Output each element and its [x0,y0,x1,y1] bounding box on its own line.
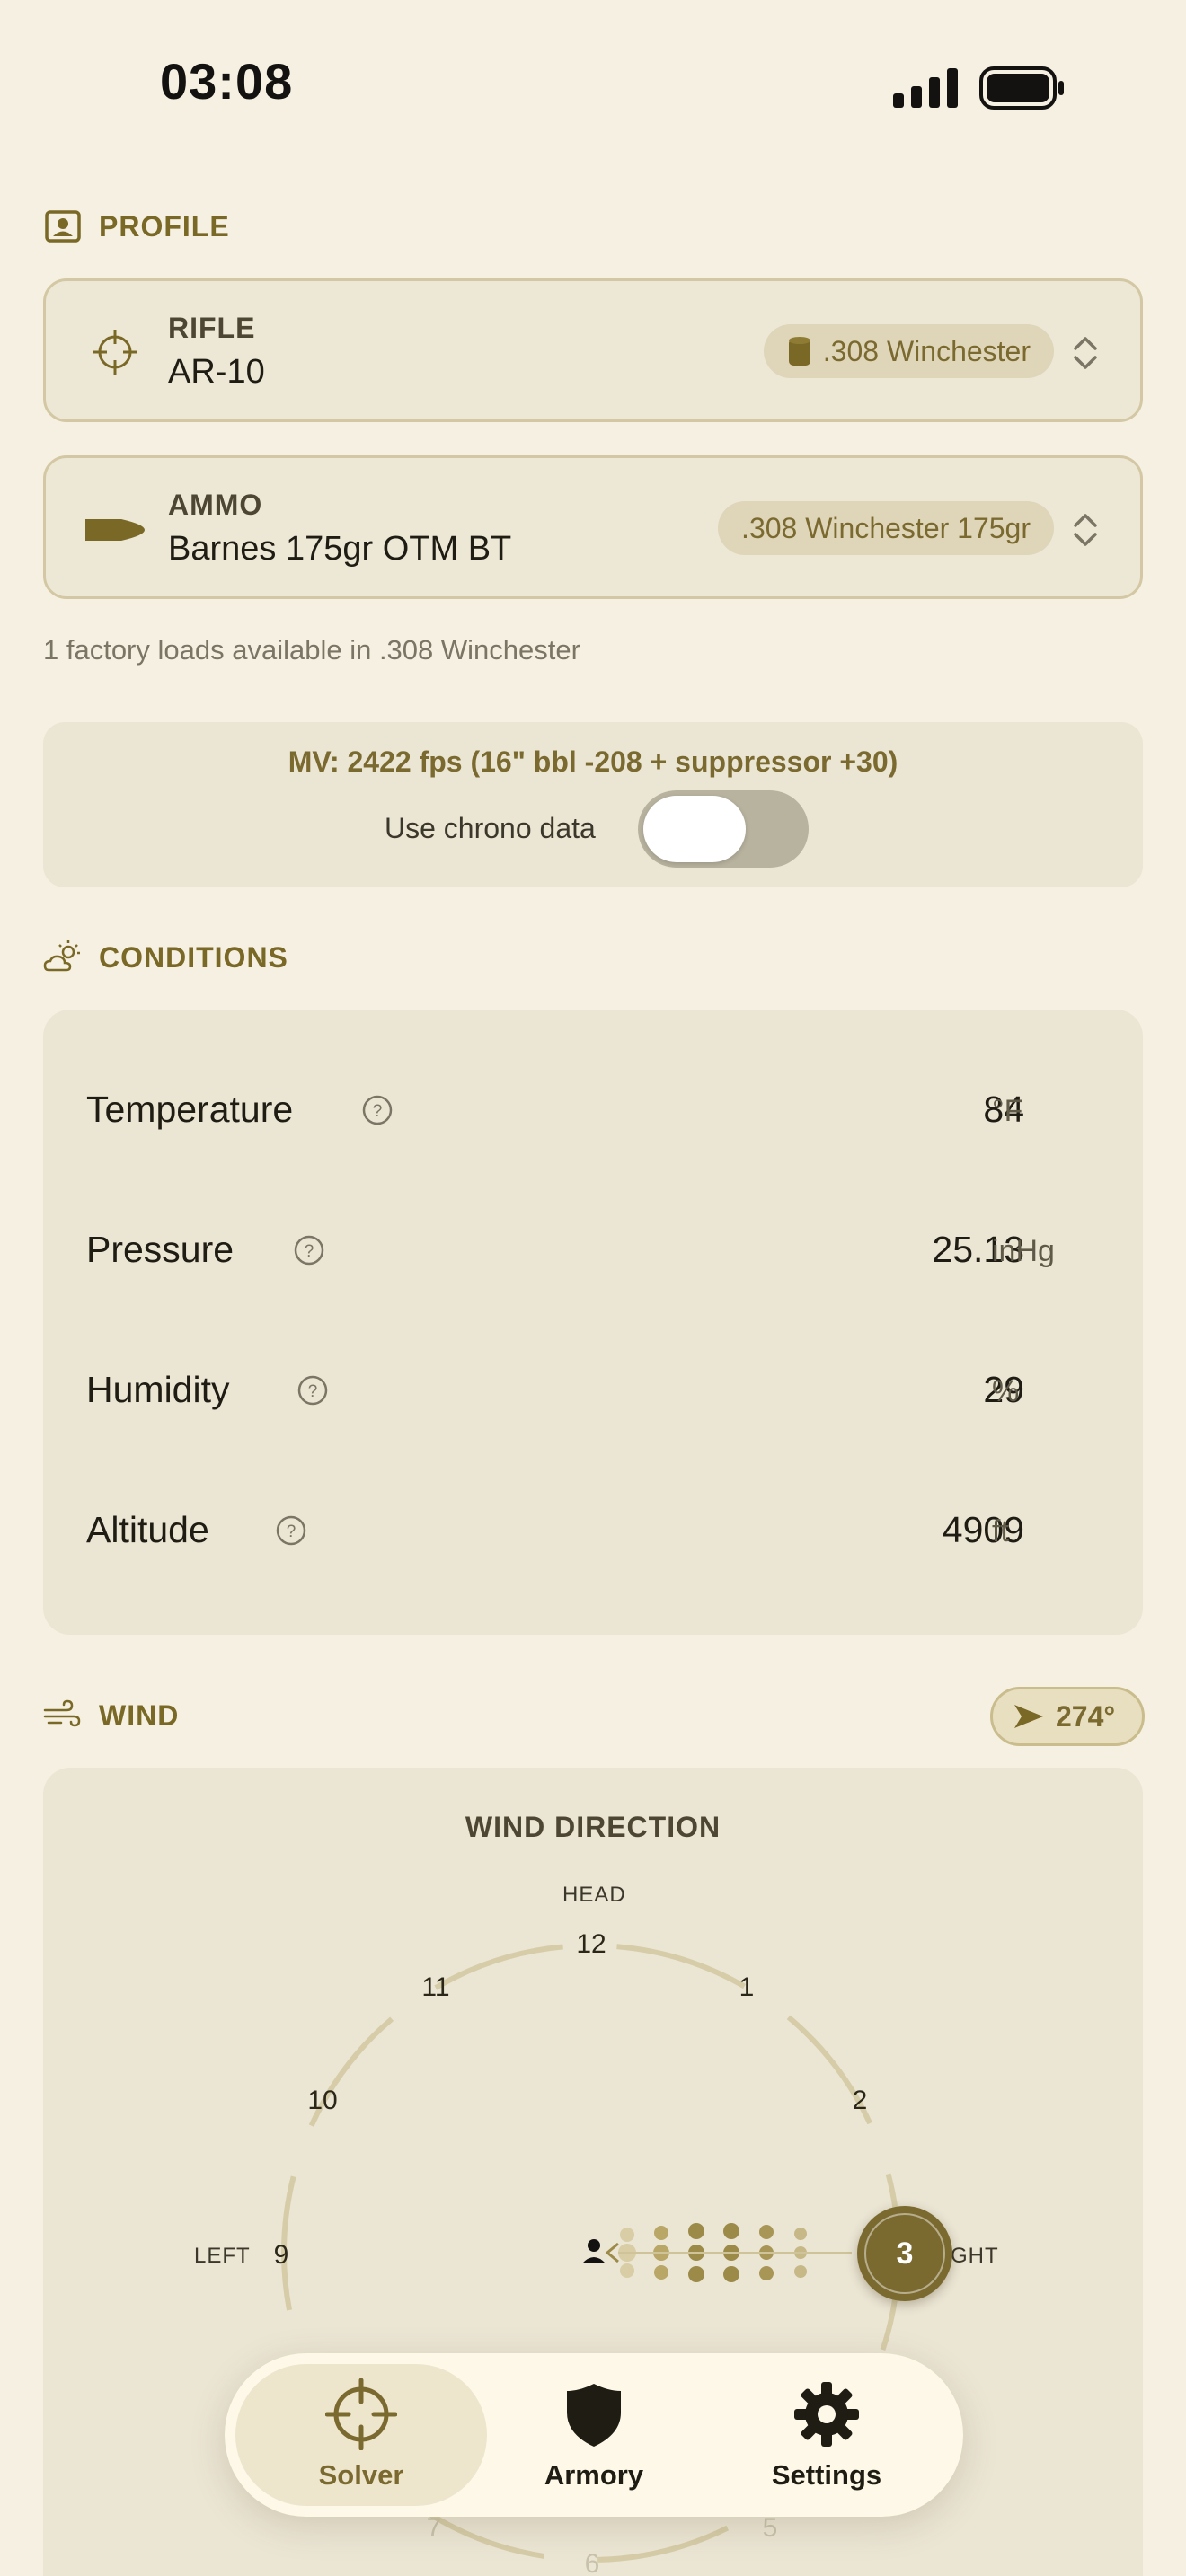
ammo-label: AMMO [168,489,263,521]
wind-section-header: WIND [43,1696,179,1735]
help-icon[interactable]: ? [275,1514,307,1547]
bullet-icon [85,519,145,541]
condition-value[interactable]: 4909 [943,1509,1024,1551]
rifle-label: RIFLE [168,312,256,344]
condition-row-pressure[interactable]: Pressure ? 25.13 inHg [43,1207,1143,1297]
chrono-label: Use chrono data [385,812,596,844]
profile-icon [45,210,81,243]
partly-cloudy-icon [43,940,80,972]
condition-unit: inHg [992,1234,1055,1268]
tab-bar: Solver Armory Settings [225,2353,963,2517]
status-time: 03:08 [160,53,294,110]
shooter-icon [582,2239,619,2263]
rifle-value: AR-10 [168,353,265,391]
muzzle-velocity-text: MV: 2422 fps (16" bbl -208 + suppressor … [288,745,898,778]
cartridge-icon [788,337,810,366]
condition-label: Temperature [86,1089,294,1130]
condition-label: Pressure [86,1229,235,1270]
svg-text:?: ? [373,1102,383,1121]
tab-label: Settings [771,2459,882,2491]
tab-solver[interactable]: Solver [235,2364,487,2506]
clock-9[interactable]: 9 [259,2240,304,2271]
svg-text:?: ? [287,1522,296,1541]
clock-5[interactable]: 5 [748,2513,792,2544]
toggle-knob [643,796,746,862]
arrow-right-icon [1014,1705,1043,1728]
battery-icon [979,66,1064,110]
handle-ring [864,2213,945,2294]
rifle-selector[interactable]: RIFLE AR-10 .308 Winchester [43,278,1143,422]
caliber-pill: .308 Winchester [763,324,1054,378]
condition-row-altitude[interactable]: Altitude ? 4909 ft [43,1487,1143,1577]
profile-section-title: PROFILE [99,209,230,243]
condition-unit: ft [992,1514,1009,1548]
right-label: GHT [951,2244,999,2268]
conditions-section-header: CONDITIONS [43,938,288,977]
condition-row-humidity[interactable]: Humidity ? 29 % [43,1347,1143,1437]
svg-text:?: ? [308,1382,318,1401]
condition-unit: °F [992,1094,1023,1128]
profile-section-header: PROFILE [43,207,230,246]
svg-text:?: ? [305,1242,314,1261]
tab-label: Solver [318,2459,404,2491]
tab-armory[interactable]: Armory [468,2364,720,2506]
muzzle-velocity-card: MV: 2422 fps (16" bbl -208 + suppressor … [43,722,1143,887]
factory-loads-note: 1 factory loads available in .308 Winche… [43,634,580,666]
clock-6[interactable]: 6 [570,2549,615,2576]
wind-icon [43,1699,81,1727]
help-icon[interactable]: ? [296,1374,329,1407]
condition-unit: % [992,1374,1020,1408]
clock-2[interactable]: 2 [837,2086,882,2116]
cellular-signal-icon [893,68,958,108]
selected-clock-handle[interactable]: 3 [857,2206,952,2301]
left-label: LEFT [194,2244,251,2268]
tab-settings[interactable]: Settings [701,2364,952,2506]
wind-drift-indicator [618,2223,852,2282]
wind-bearing-value: 274° [1056,1699,1116,1733]
wind-section-title: WIND [99,1698,180,1732]
head-label: HEAD [562,1883,626,1907]
clock-10[interactable]: 10 [300,2086,345,2116]
clock-11[interactable]: 11 [413,1972,458,2003]
chevron-updown-icon [1074,337,1097,369]
condition-row-temperature[interactable]: Temperature ? 84 °F [43,1067,1143,1157]
chevron-updown-icon [1074,514,1097,546]
condition-label: Humidity [86,1369,230,1410]
crosshair-icon [325,2378,397,2450]
load-pill: .308 Winchester 175gr [718,501,1054,555]
conditions-section-title: CONDITIONS [99,940,288,974]
clock-12[interactable]: 12 [569,1929,614,1960]
chrono-toggle[interactable] [638,790,809,868]
crosshair-icon [93,330,137,375]
tab-label: Armory [544,2459,644,2491]
ammo-value: Barnes 175gr OTM BT [168,530,512,568]
ammo-selector[interactable]: AMMO Barnes 175gr OTM BT .308 Winchester… [43,455,1143,599]
help-icon[interactable]: ? [293,1234,325,1266]
condition-label: Altitude [86,1509,209,1550]
load-pill-label: .308 Winchester 175gr [741,511,1031,544]
shield-icon [567,2384,621,2447]
gear-icon [794,2382,859,2447]
conditions-card: Temperature ? 84 °F Pressure ? 25.13 inH… [43,1010,1143,1635]
wind-bearing-badge[interactable]: 274° [990,1687,1145,1746]
caliber-pill-label: .308 Winchester [822,334,1031,367]
help-icon[interactable]: ? [361,1094,394,1126]
clock-1[interactable]: 1 [724,1972,769,2003]
clock-7[interactable]: 7 [412,2513,456,2544]
